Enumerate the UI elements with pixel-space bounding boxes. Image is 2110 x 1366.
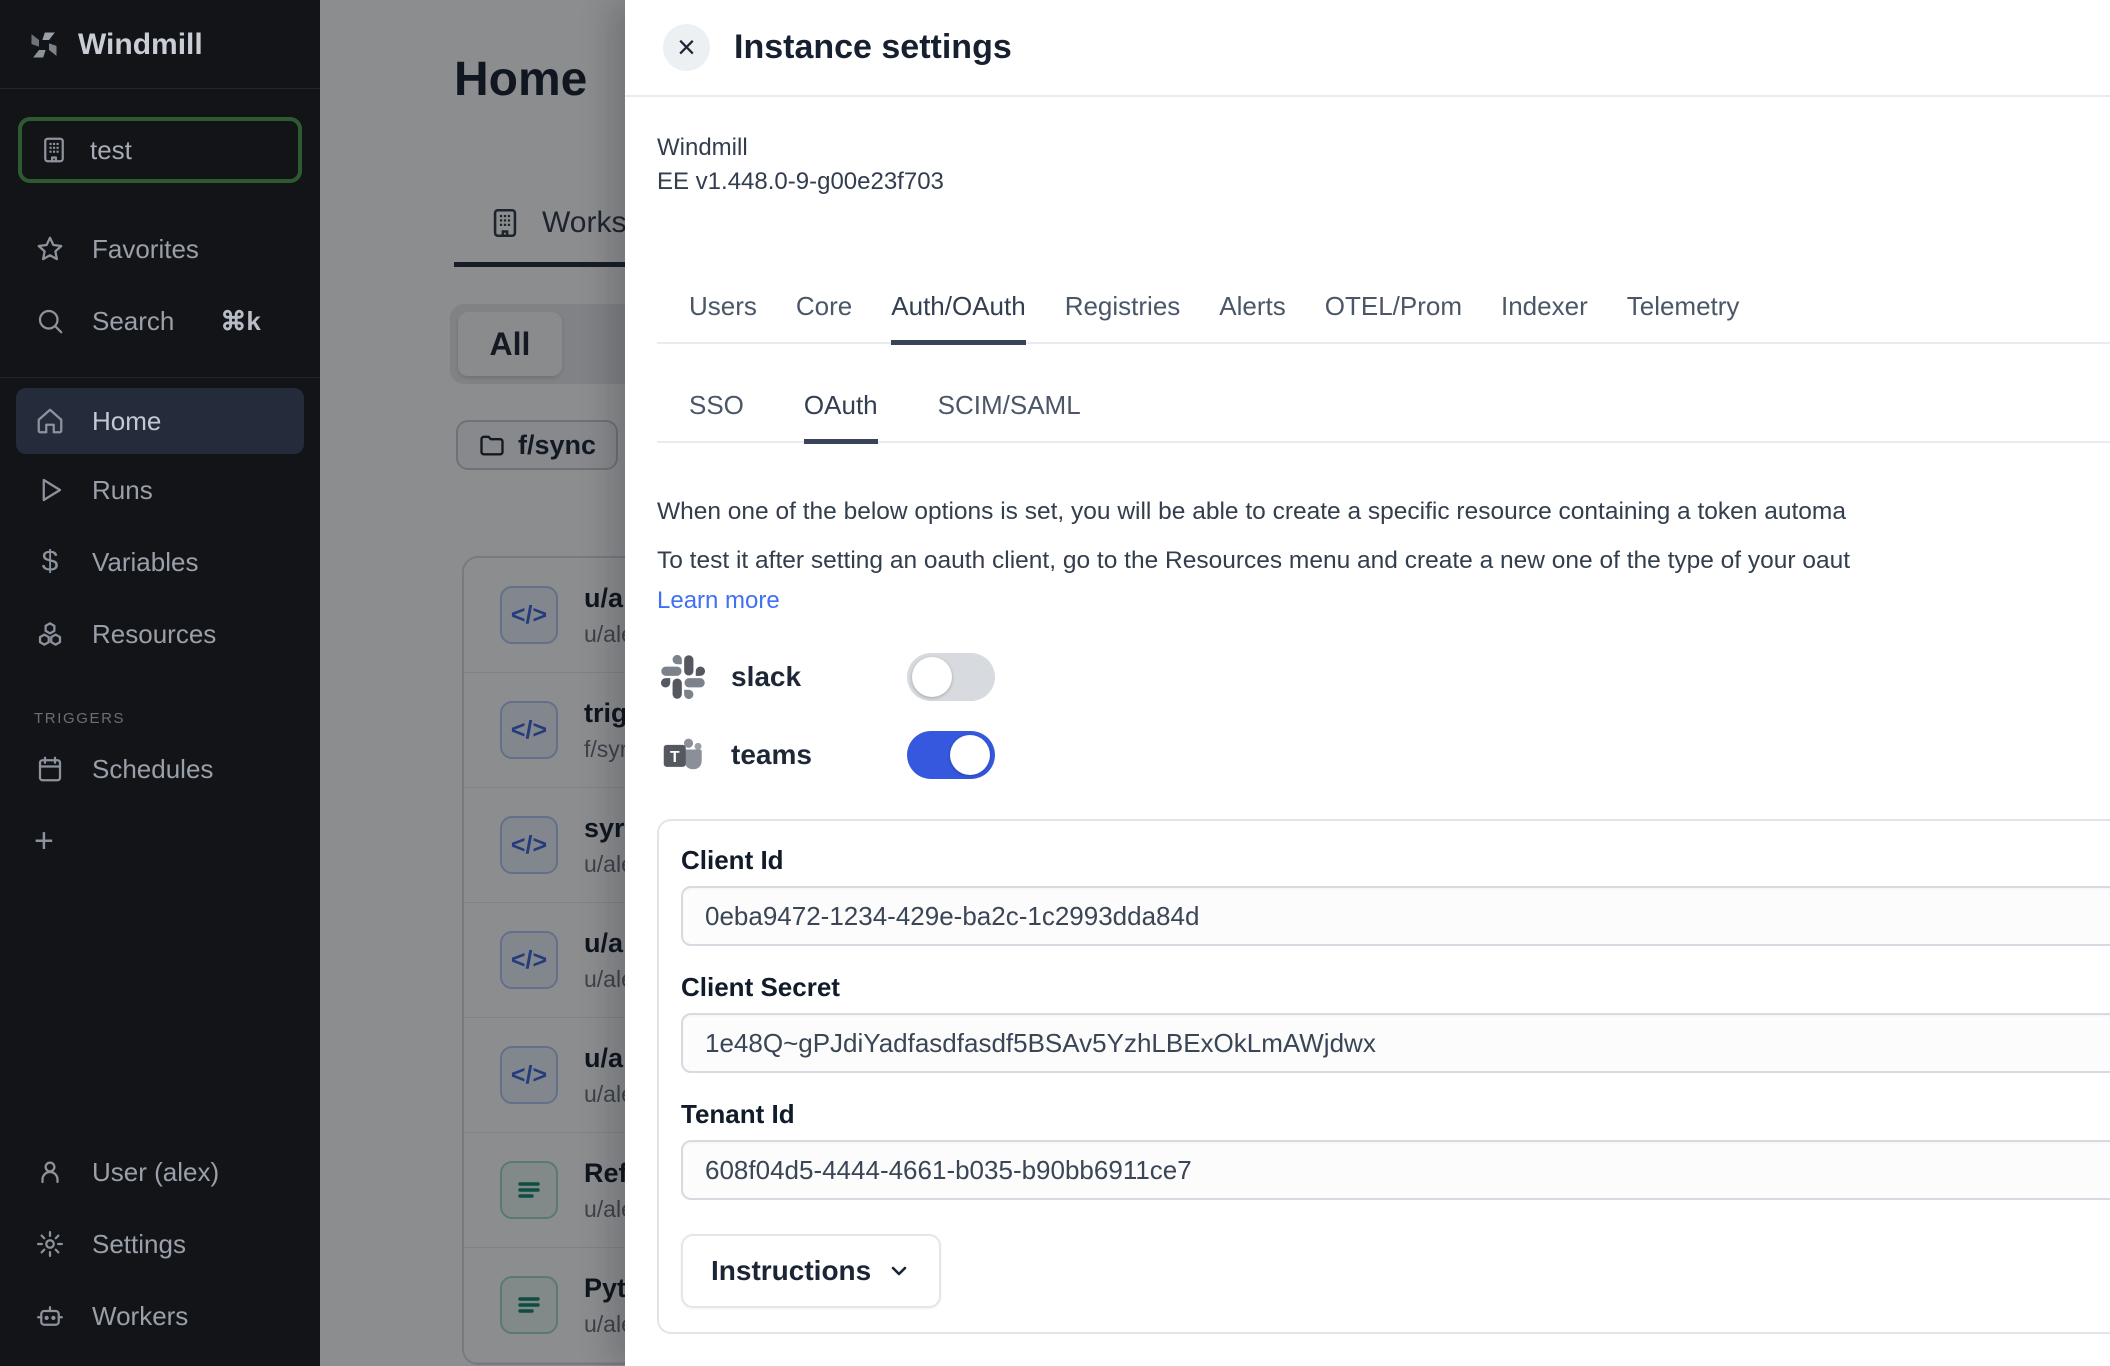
oauth-providers: slack T teams [657, 653, 2110, 779]
app-window: Windmill test Favorites [0, 0, 2110, 1366]
drawer-body: Windmill EE v1.448.0-9-g00e23f703 Users … [625, 131, 2110, 1334]
description-line-1: When one of the below options is set, yo… [657, 487, 2110, 536]
sidebar-item-label: Resources [92, 619, 216, 650]
robot-icon [34, 1300, 66, 1332]
sidebar-main-group: Home Runs $ Variables Resources [0, 377, 320, 670]
slack-icon [661, 655, 705, 699]
sidebar-item-label: Variables [92, 547, 198, 578]
subtab-oauth[interactable]: OAuth [804, 390, 878, 444]
building-icon [38, 134, 70, 166]
gear-icon [34, 1228, 66, 1260]
tab-telemetry[interactable]: Telemetry [1627, 291, 1740, 345]
auth-subtabs: SSO OAuth SCIM/SAML [657, 390, 2110, 443]
client-id-input[interactable] [681, 886, 2110, 946]
instructions-button[interactable]: Instructions [681, 1234, 941, 1308]
slack-toggle[interactable] [907, 653, 995, 701]
tab-users[interactable]: Users [689, 291, 757, 345]
home-icon [34, 405, 66, 437]
description-line-2: To test it after setting an oauth client… [657, 536, 2110, 585]
tab-alerts[interactable]: Alerts [1219, 291, 1285, 345]
tenant-id-label: Tenant Id [681, 1099, 2110, 1130]
brand-row: Windmill [0, 0, 320, 89]
sidebar-item-runs[interactable]: Runs [0, 454, 320, 526]
provider-row-slack: slack [657, 653, 2110, 701]
tenant-id-input[interactable] [681, 1140, 2110, 1200]
star-icon [34, 233, 66, 265]
settings-tabs: Users Core Auth/OAuth Registries Alerts … [657, 291, 2110, 344]
teams-oauth-config-card: Client Id Client Secret Tenant Id Instru… [657, 819, 2110, 1334]
sidebar: Windmill test Favorites [0, 0, 320, 1366]
windmill-logo-icon [28, 29, 60, 61]
svg-text:T: T [670, 749, 680, 766]
provider-name: teams [731, 739, 907, 771]
triggers-section-label: TRIGGERS [34, 710, 320, 727]
workspace-name: test [90, 135, 132, 166]
instance-meta: Windmill EE v1.448.0-9-g00e23f703 [657, 131, 2110, 199]
sidebar-item-schedules[interactable]: Schedules [0, 733, 320, 805]
drawer-title: Instance settings [734, 28, 1012, 67]
teams-toggle[interactable] [907, 731, 995, 779]
subtab-scim-saml[interactable]: SCIM/SAML [938, 390, 1081, 444]
instance-version: EE v1.448.0-9-g00e23f703 [657, 165, 2110, 199]
drawer-header: × Instance settings [625, 0, 2110, 97]
close-icon[interactable]: × [663, 24, 710, 71]
tab-core[interactable]: Core [796, 291, 852, 345]
sidebar-item-label: Favorites [92, 234, 199, 265]
brand-name: Windmill [78, 28, 203, 62]
provider-name: slack [731, 661, 907, 693]
user-icon [34, 1156, 66, 1188]
sidebar-item-home[interactable]: Home [16, 388, 304, 454]
sidebar-item-workers[interactable]: Workers [0, 1280, 320, 1352]
play-icon [34, 474, 66, 506]
chevron-down-icon [887, 1259, 911, 1283]
sidebar-add-button[interactable]: + [0, 805, 320, 877]
client-secret-input[interactable] [681, 1013, 2110, 1073]
client-id-label: Client Id [681, 845, 2110, 876]
sidebar-item-label: Settings [92, 1229, 186, 1260]
sidebar-item-favorites[interactable]: Favorites [0, 213, 320, 285]
tab-auth-oauth[interactable]: Auth/OAuth [891, 291, 1025, 345]
sidebar-nav: Favorites Search ⌘k Home [0, 213, 320, 877]
sidebar-item-user[interactable]: User (alex) [0, 1136, 320, 1208]
instance-settings-drawer: × Instance settings Windmill EE v1.448.0… [625, 0, 2110, 1366]
sidebar-item-label: Workers [92, 1301, 188, 1332]
learn-more-link[interactable]: Learn more [657, 587, 780, 615]
tab-indexer[interactable]: Indexer [1501, 291, 1588, 345]
boxes-icon [34, 618, 66, 650]
sidebar-item-label: Search [92, 306, 174, 337]
workspace-selector[interactable]: test [18, 117, 302, 183]
plus-icon: + [34, 822, 54, 861]
oauth-description: When one of the below options is set, yo… [657, 487, 2110, 585]
sidebar-item-resources[interactable]: Resources [0, 598, 320, 670]
sidebar-item-variables[interactable]: $ Variables [0, 526, 320, 598]
sidebar-item-label: Home [92, 406, 161, 437]
sidebar-bottom: User (alex) Settings Workers [0, 1136, 320, 1366]
search-shortcut: ⌘k [220, 306, 260, 337]
teams-icon: T [661, 733, 705, 777]
calendar-icon [34, 753, 66, 785]
instructions-label: Instructions [711, 1255, 871, 1287]
tab-registries[interactable]: Registries [1065, 291, 1181, 345]
toggle-knob [912, 657, 952, 697]
dollar-icon: $ [34, 546, 66, 578]
sidebar-item-label: Schedules [92, 754, 213, 785]
instance-app-name: Windmill [657, 131, 2110, 165]
subtab-sso[interactable]: SSO [689, 390, 744, 444]
sidebar-item-label: User (alex) [92, 1157, 219, 1188]
provider-row-teams: T teams [657, 731, 2110, 779]
client-secret-label: Client Secret [681, 972, 2110, 1003]
sidebar-item-search[interactable]: Search ⌘k [0, 285, 320, 357]
sidebar-item-settings[interactable]: Settings [0, 1208, 320, 1280]
toggle-knob [950, 735, 990, 775]
search-icon [34, 305, 66, 337]
sidebar-item-label: Runs [92, 475, 153, 506]
tab-otel-prom[interactable]: OTEL/Prom [1325, 291, 1462, 345]
